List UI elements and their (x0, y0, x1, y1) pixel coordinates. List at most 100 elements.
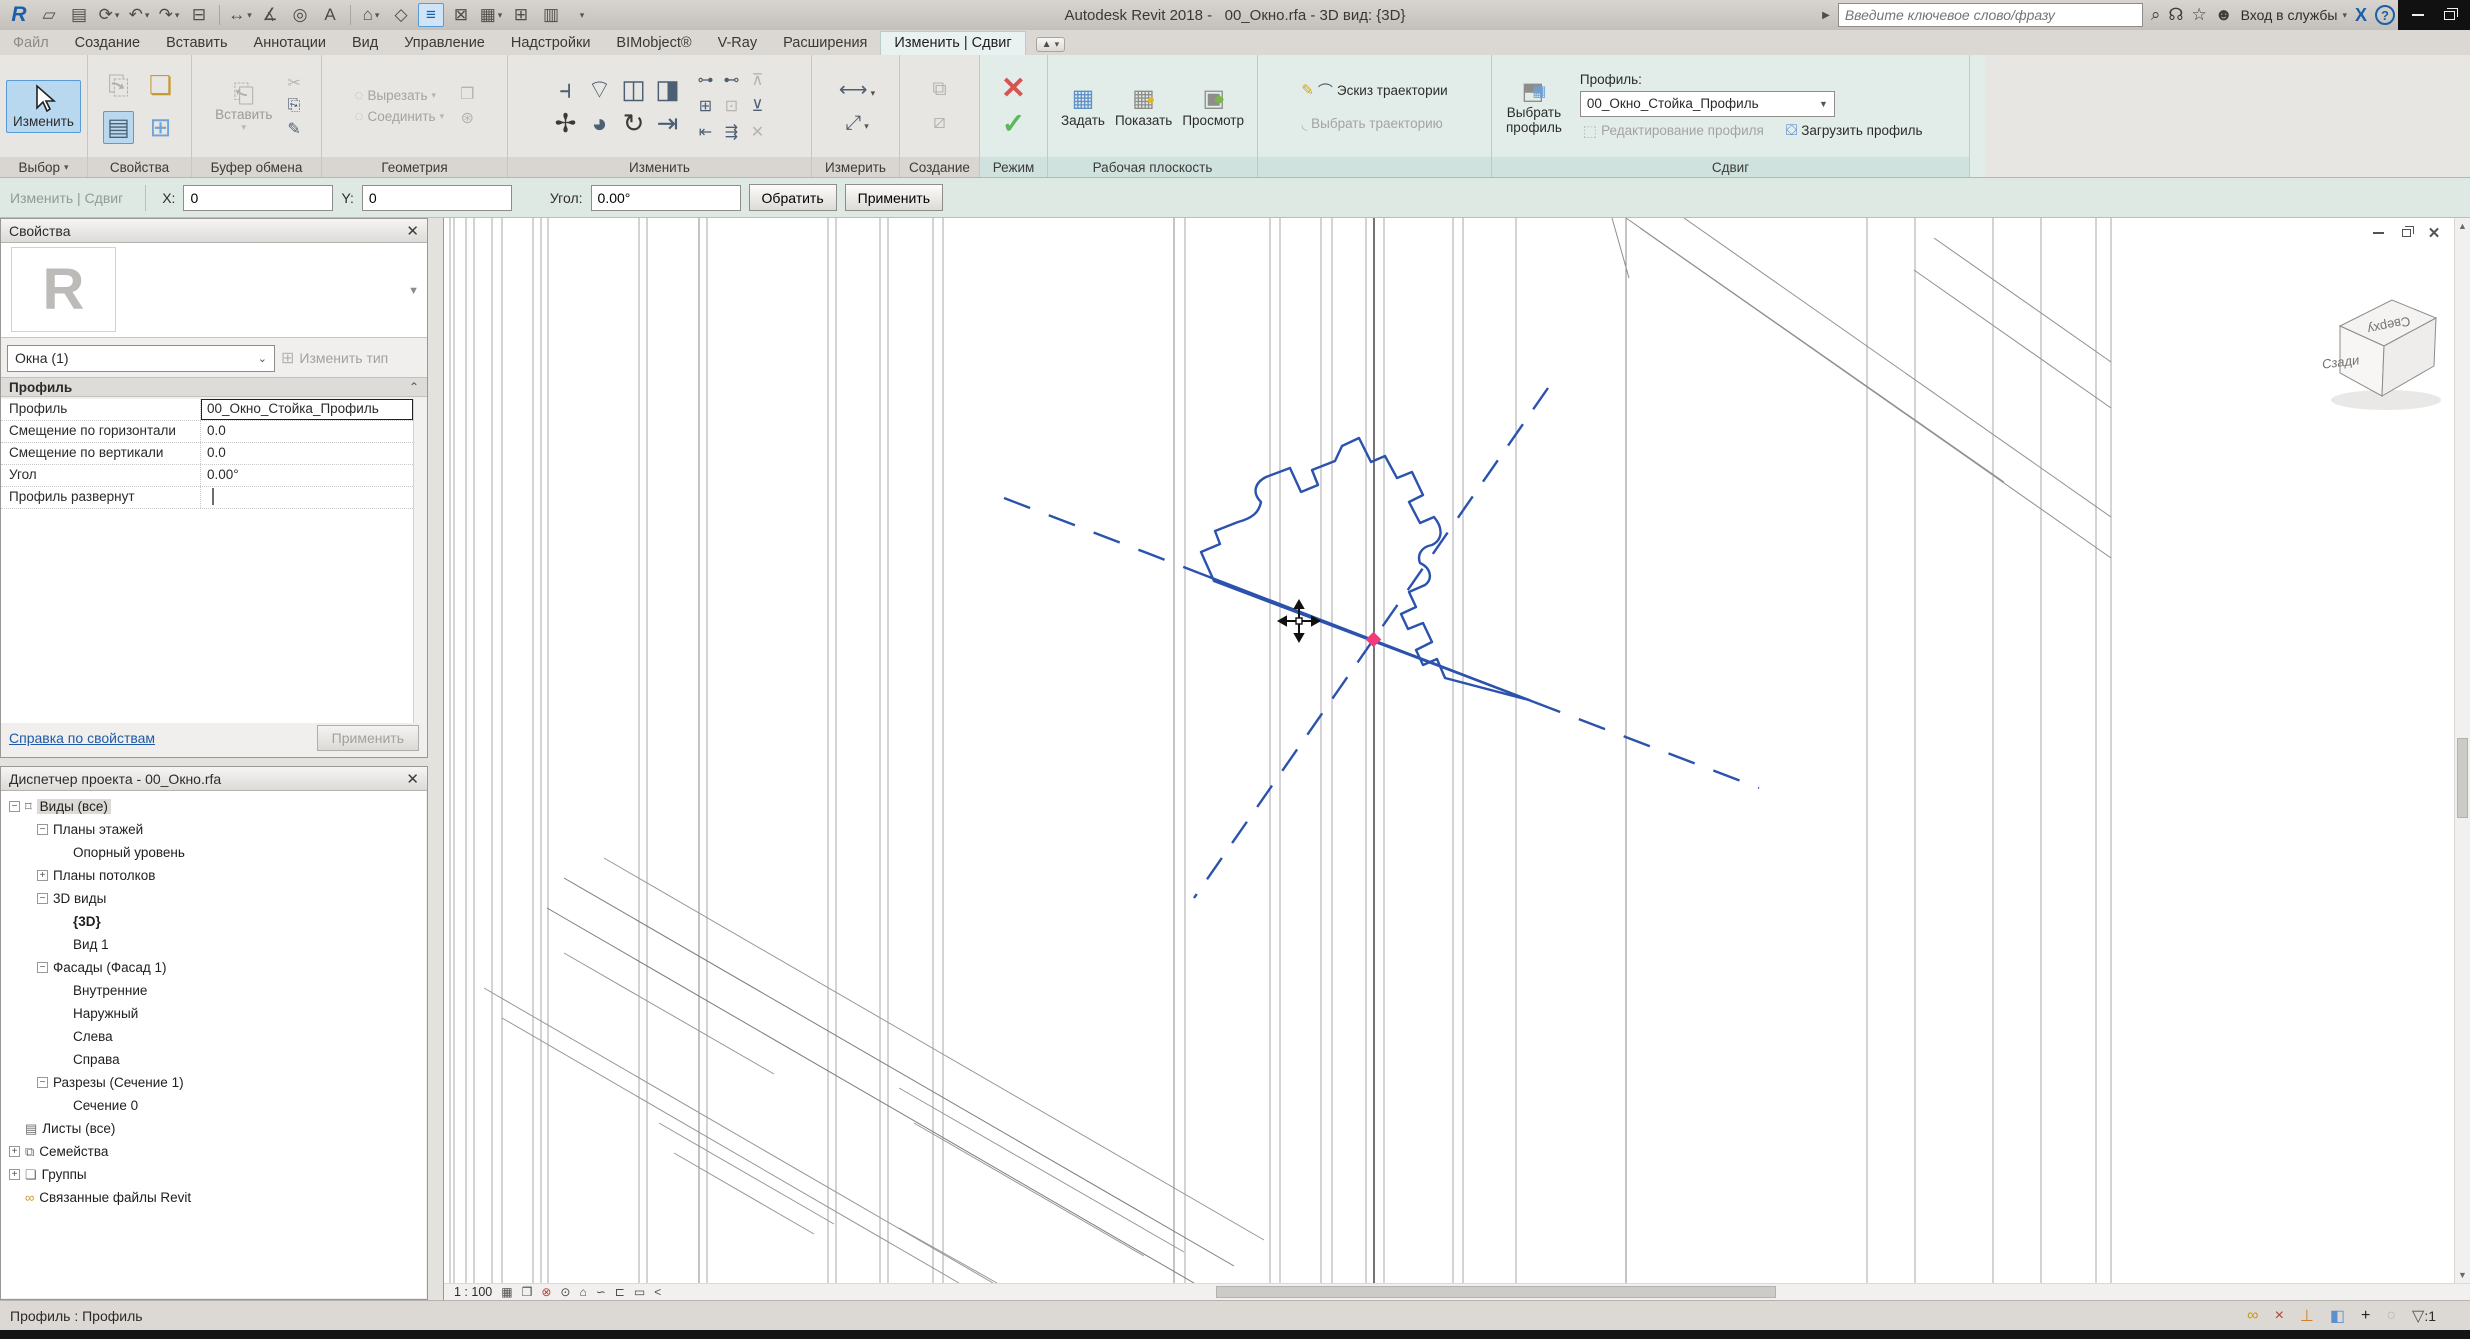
tree-item-elevations[interactable]: − Фасады (Фасад 1) (1, 956, 426, 979)
tree-item-groups[interactable]: + ❏ Группы (1, 1163, 426, 1186)
view-cube[interactable]: Сверху Сзади (2322, 300, 2441, 410)
match-type-icon[interactable]: ✎ (284, 118, 303, 140)
favorites-star-icon[interactable]: ☆ (2191, 5, 2206, 25)
copy-icon[interactable]: ⎘ (285, 96, 304, 116)
tree-item-families[interactable]: + ⧉ Семейства (1, 1140, 426, 1163)
select-links-icon[interactable]: ∞ (2247, 1307, 2258, 1325)
y-input[interactable] (362, 185, 512, 211)
close-icon[interactable]: ✕ (406, 770, 419, 788)
drag-point[interactable] (1366, 632, 1382, 648)
pick-path-button[interactable]: ◟ Выбрать траекторию (1298, 114, 1445, 134)
tree-item-exterior[interactable]: Наружный (1, 1002, 426, 1025)
exchange-apps-icon[interactable]: X (2355, 5, 2367, 26)
edit-type-button[interactable]: ⊞ Изменить тип (281, 348, 388, 368)
redo-icon[interactable]: ↷▾ (156, 3, 182, 27)
sign-in-button[interactable]: Вход в службы▾ (2241, 7, 2347, 23)
visual-style-icon[interactable]: ❒ (522, 1285, 533, 1299)
restore-button[interactable] (2439, 5, 2461, 25)
split-element-icon[interactable]: ⊶ (695, 69, 717, 91)
detail-level-icon[interactable]: ▦ (501, 1285, 512, 1299)
trim-multiple-icon[interactable]: ⇶ (722, 121, 741, 143)
tree-item-left[interactable]: Слева (1, 1025, 426, 1048)
modify-button[interactable]: Изменить (6, 80, 81, 133)
print-icon[interactable]: ⊟ (186, 3, 212, 27)
3d-view-canvas[interactable]: Сверху Сзади (444, 218, 2455, 1283)
qat-customize-icon[interactable]: ▾ (568, 3, 594, 27)
tree-item-revit-links[interactable]: ∞ Связанные файлы Revit (1, 1186, 426, 1209)
tree-item-3d[interactable]: {3D} (1, 910, 426, 933)
close-icon[interactable]: ✕ (406, 222, 419, 240)
expander-plus-icon[interactable]: + (9, 1146, 20, 1157)
copy-elements-icon[interactable]: ◕ (592, 109, 608, 138)
aligned-dimension-icon[interactable]: ∡ (257, 3, 283, 27)
cut-geometry-button[interactable]: ◌Вырезать▾ (352, 86, 440, 105)
scale-icon[interactable]: ⊡ (722, 95, 741, 117)
view-minimize-button[interactable] (2370, 226, 2386, 240)
pin-icon[interactable]: ⊻ (749, 95, 767, 117)
view-scale-button[interactable]: 1 : 100 (454, 1285, 492, 1299)
select-underlay-icon[interactable]: × (2275, 1307, 2284, 1325)
load-profile-button[interactable]: ⛋Загрузить профиль (1783, 121, 1926, 140)
horizontal-scroll-thumb[interactable] (1216, 1286, 1776, 1298)
sun-path-icon[interactable]: ⊗ (541, 1285, 551, 1299)
properties-palette-icon[interactable]: ▤ (103, 111, 134, 144)
paste-button[interactable]: ⎗ Вставить ▾ (209, 76, 278, 137)
tab-annotate[interactable]: Аннотации (241, 32, 339, 55)
angle-field[interactable]: 0.00° (201, 465, 413, 486)
properties-apply-button[interactable]: Применить (317, 725, 419, 751)
minimize-button[interactable] (2407, 5, 2429, 25)
tree-item-floorplans[interactable]: − Планы этажей (1, 818, 426, 841)
expander-minus-icon[interactable]: − (37, 1077, 48, 1088)
split-with-gap-icon[interactable]: ⊷ (721, 69, 743, 91)
keyboard-shortcuts-icon[interactable]: ⊞ (508, 3, 534, 27)
text-icon[interactable]: A (317, 3, 343, 27)
tab-extensions[interactable]: Расширения (770, 32, 880, 55)
tree-item-view1[interactable]: Вид 1 (1, 933, 426, 956)
tab-create[interactable]: Создание (62, 32, 153, 55)
search-input[interactable] (1845, 7, 2136, 23)
tree-item-section0[interactable]: Сечение 0 (1, 1094, 426, 1117)
workplane-viewer-button[interactable]: ▣◆ Просмотр (1178, 83, 1248, 130)
infocenter-collapse-icon[interactable]: ▶ (1822, 10, 1830, 21)
view-close-button[interactable]: ✕ (2426, 226, 2442, 240)
lock-view-icon[interactable]: ⊏ (615, 1285, 625, 1299)
communication-center-icon[interactable]: ☊ (2168, 5, 2183, 25)
reverse-button[interactable]: Обратить (749, 184, 837, 211)
profile-value-field[interactable]: 00_Окно_Стойка_Профиль (201, 399, 413, 420)
panel-select-label[interactable]: Выбор▾ (0, 157, 87, 177)
vertical-scrollbar[interactable]: ▲ ▼ (2454, 218, 2470, 1283)
edit-profile-button[interactable]: ⬚Редактирование профиля (1580, 121, 1767, 141)
trim-single-icon[interactable]: ⇤ (696, 121, 715, 143)
vcb-collapse-icon[interactable]: < (654, 1285, 661, 1299)
tab-view[interactable]: Вид (339, 32, 391, 55)
demolish-icon[interactable]: ⊛ (458, 107, 477, 129)
vertical-scroll-thumb[interactable] (2457, 738, 2468, 818)
chevron-down-icon[interactable]: ▼ (408, 285, 419, 297)
join-geometry-button[interactable]: ◌Соединить▾ (352, 107, 448, 126)
dimension-tool-icon[interactable]: ⤢▾ (842, 112, 869, 135)
offset-icon[interactable]: ⌔ (587, 75, 611, 104)
expander-minus-icon[interactable]: − (37, 824, 48, 835)
tag-icon[interactable]: ◎ (287, 3, 313, 27)
measure-tool-icon[interactable]: ⟷▾ (836, 77, 875, 102)
apply-button[interactable]: Применить (845, 184, 943, 211)
properties-help-link[interactable]: Справка по свойствам (9, 730, 155, 746)
tab-manage[interactable]: Управление (391, 32, 498, 55)
sync-icon[interactable]: ⟳▾ (96, 3, 122, 27)
mirror-pick-axis-icon[interactable]: ◫ (621, 75, 646, 104)
tree-item-sheets[interactable]: ▤ Листы (все) (1, 1117, 426, 1140)
select-profile-button[interactable]: ⬒▦ Выбрать профиль (1502, 75, 1566, 137)
delete-icon[interactable]: ✕ (748, 121, 767, 143)
tab-vray[interactable]: V-Ray (705, 32, 771, 55)
unpin-icon[interactable]: ⊼ (749, 69, 767, 91)
switch-windows-icon[interactable]: ▦▾ (478, 3, 504, 27)
select-by-face-icon[interactable]: ◧ (2330, 1306, 2345, 1326)
user-interface-icon[interactable]: ▥ (538, 3, 564, 27)
section-header-profile[interactable]: Профиль ⌃ (1, 377, 427, 397)
angle-input[interactable] (591, 185, 741, 211)
measure-icon[interactable]: ↔▾ (227, 3, 253, 27)
tree-item-ref-level[interactable]: Опорный уровень (1, 841, 426, 864)
align-icon[interactable]: ⫞ (559, 75, 572, 104)
select-pinned-icon[interactable]: ⊥ (2300, 1306, 2314, 1326)
drag-on-selection-icon[interactable]: + (2361, 1307, 2370, 1325)
